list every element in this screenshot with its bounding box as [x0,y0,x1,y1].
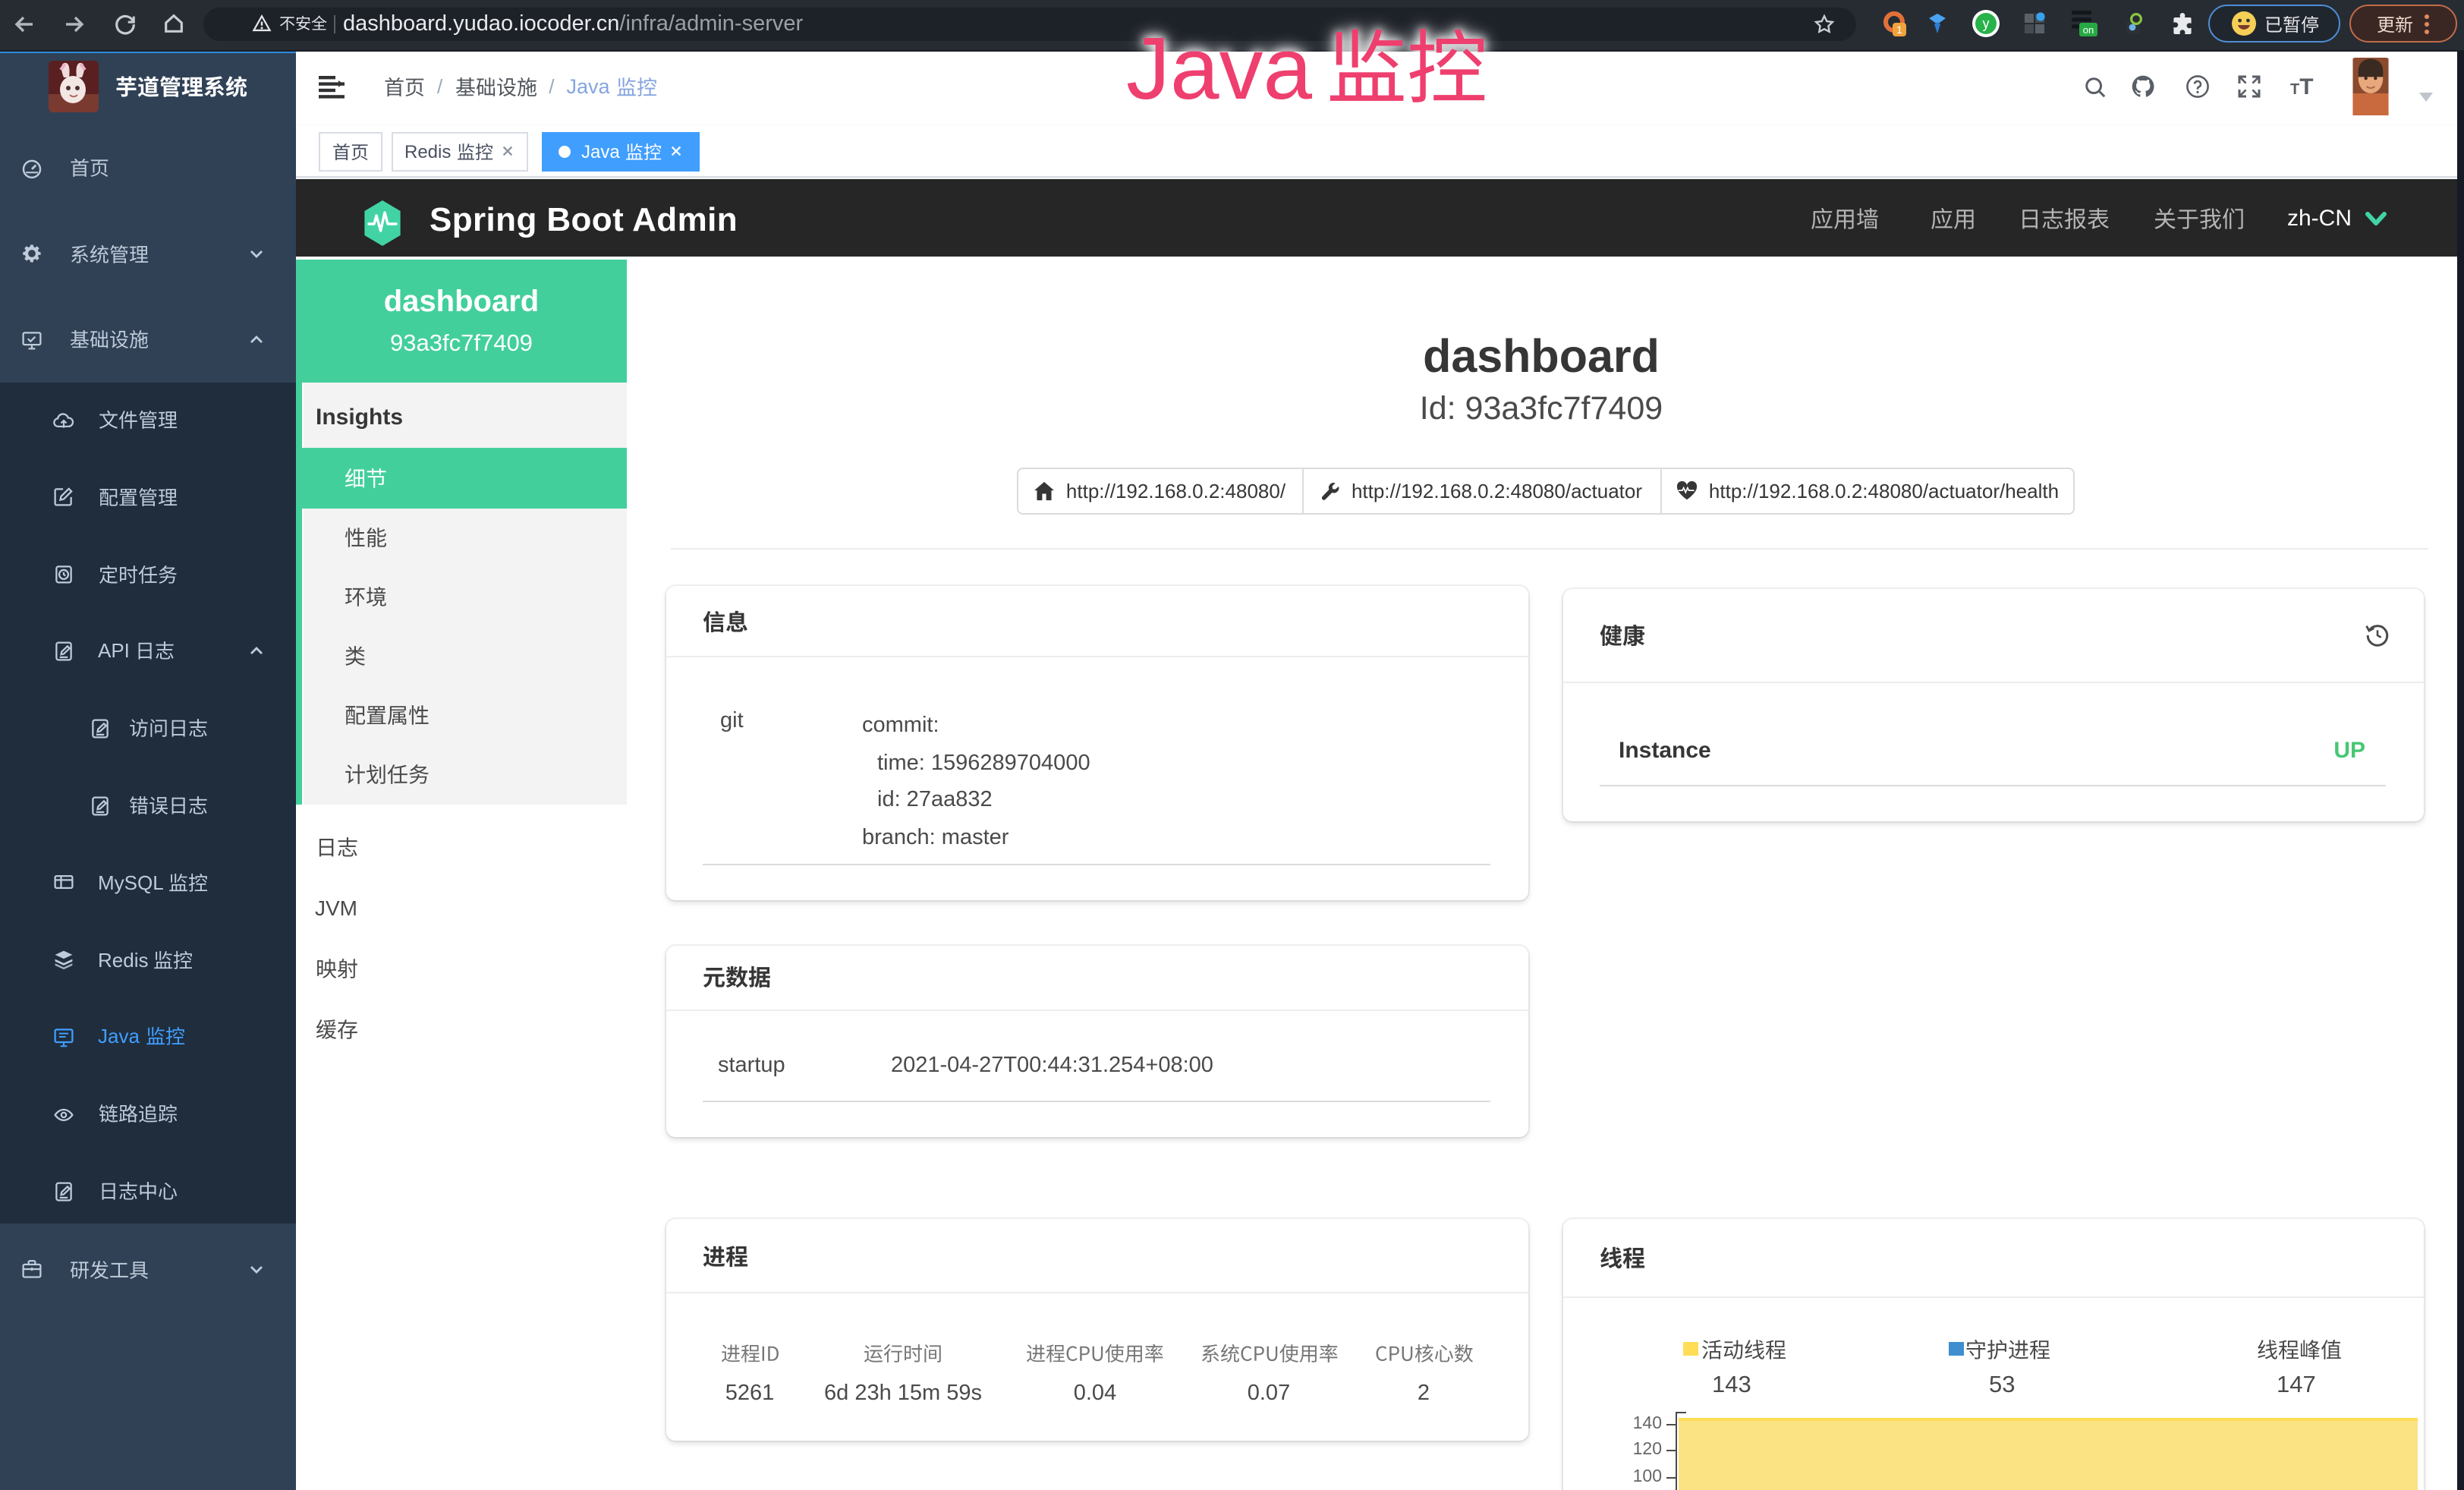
svg-text:on: on [2083,24,2094,36]
svg-text:1: 1 [1896,24,1902,36]
svg-text:y: y [1982,16,1989,31]
